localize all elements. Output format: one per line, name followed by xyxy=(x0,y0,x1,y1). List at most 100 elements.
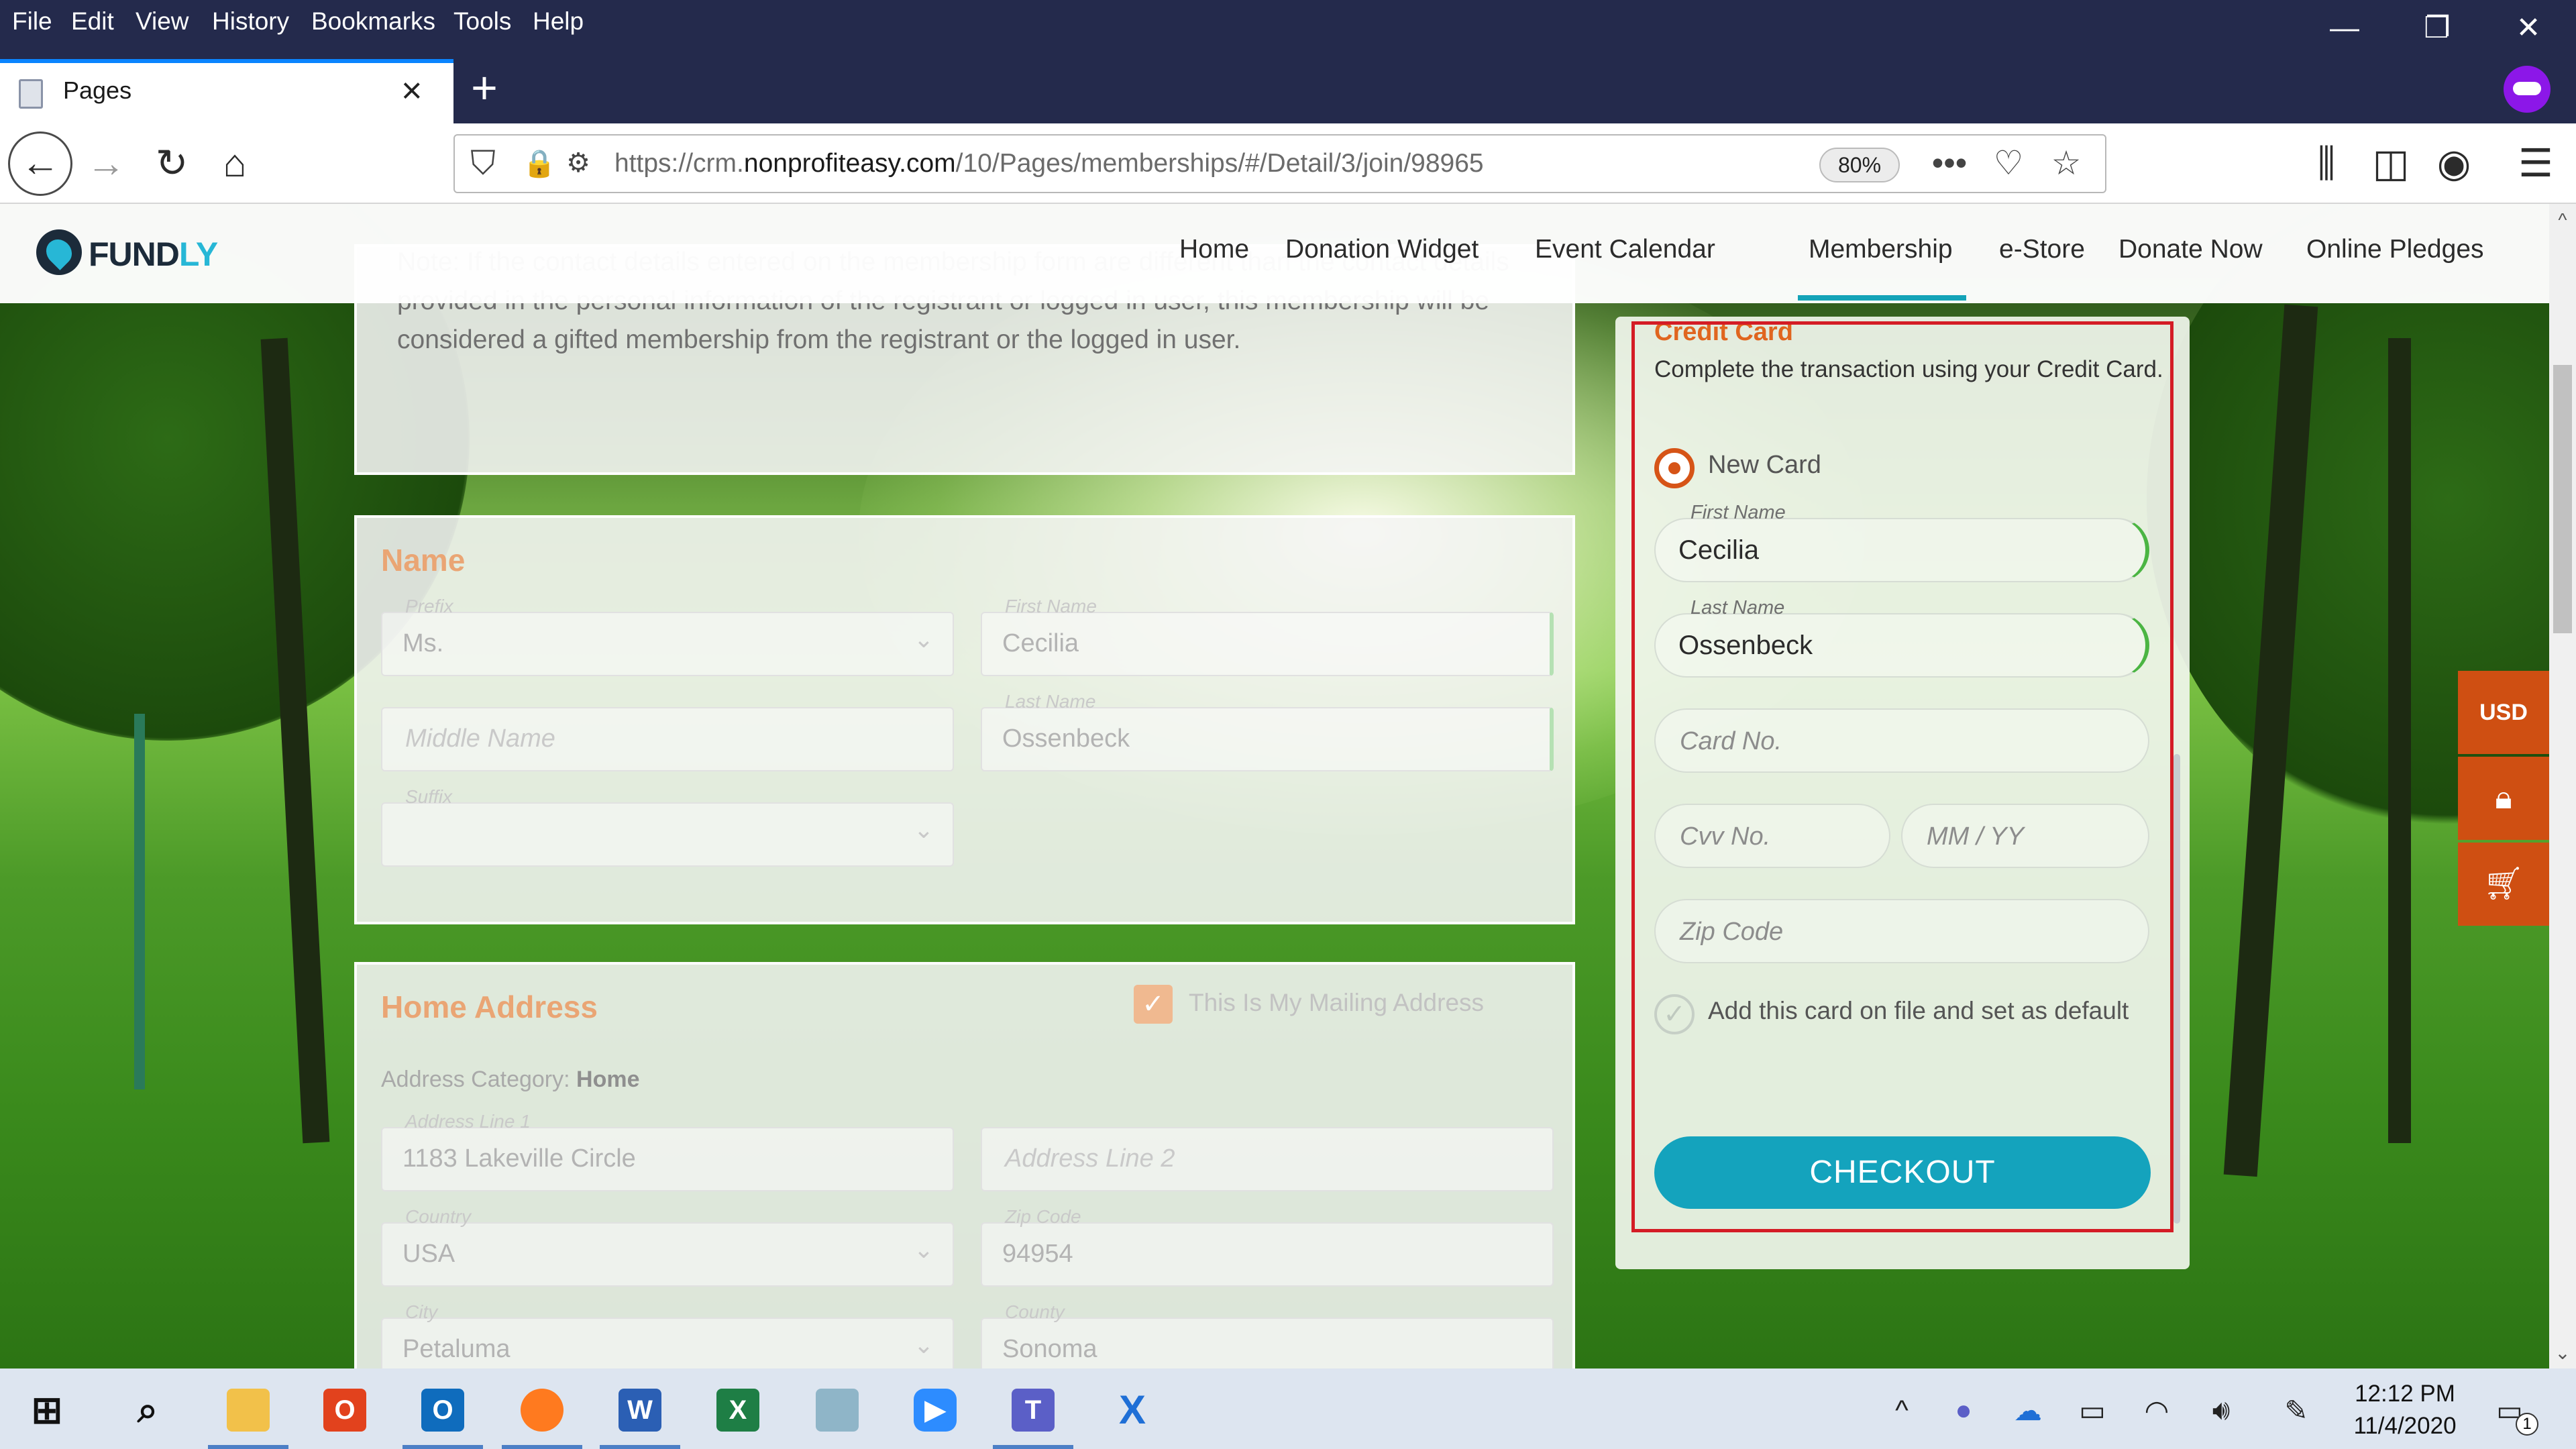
new-tab-button[interactable]: + xyxy=(463,62,506,114)
background-tree xyxy=(2388,338,2411,1143)
page-actions-icon[interactable]: ••• xyxy=(1929,144,1970,182)
pocket-icon[interactable]: ♡ xyxy=(1988,144,2029,182)
country-select[interactable]: Country USA ⌄ xyxy=(381,1206,954,1287)
lock-icon[interactable]: 🔒︎ xyxy=(2458,757,2549,840)
taskbar-firefox[interactable] xyxy=(495,1368,589,1449)
checkmark-icon[interactable]: ✓ xyxy=(1134,985,1173,1024)
county-field[interactable]: County Sonoma xyxy=(981,1301,1554,1368)
fundly-logo[interactable]: FUNDLY xyxy=(36,223,218,287)
county-label: County xyxy=(1005,1301,1065,1322)
notes-icon xyxy=(816,1389,859,1432)
page-scrollbar[interactable]: ^ ⌄ xyxy=(2549,204,2576,1368)
first-name-field[interactable]: First Name Cecilia xyxy=(981,596,1554,676)
show-hidden-icons[interactable]: ^ xyxy=(1878,1394,1925,1426)
library-icon[interactable]: ⫼ xyxy=(2300,137,2353,191)
hamburger-menu-icon[interactable]: ☰ xyxy=(2509,137,2563,191)
panel-scrollbar[interactable] xyxy=(2174,754,2180,1224)
tab-pages[interactable]: Pages × xyxy=(0,59,453,123)
x-app-icon: X xyxy=(1118,1387,1146,1432)
nav-e-store[interactable]: e-Store xyxy=(1999,235,2085,264)
zip-code-field[interactable]: Zip Code 94954 xyxy=(981,1206,1554,1287)
nav-home[interactable]: Home xyxy=(1179,235,1249,264)
taskbar-teams[interactable]: T xyxy=(986,1368,1080,1449)
sidebar-icon[interactable]: ◫ xyxy=(2364,137,2418,191)
currency-tab[interactable]: USD xyxy=(2458,671,2549,754)
bookmark-star-icon[interactable]: ☆ xyxy=(2046,144,2086,182)
teams-tray-icon[interactable]: ● xyxy=(1940,1394,1987,1426)
zoom-level-badge[interactable]: 80% xyxy=(1819,148,1900,182)
nav-event-calendar[interactable]: Event Calendar xyxy=(1535,235,1715,264)
nav-online-pledges[interactable]: Online Pledges xyxy=(2306,235,2484,264)
background-lamp-post xyxy=(134,714,145,1089)
pen-icon[interactable]: ✎ xyxy=(2273,1394,2320,1427)
taskbar-zoom[interactable]: ▶ xyxy=(888,1368,982,1449)
taskbar-excel[interactable]: X xyxy=(691,1368,785,1449)
menu-tools[interactable]: Tools xyxy=(453,5,511,38)
last-name-field[interactable]: Last Name Ossenbeck xyxy=(981,691,1554,771)
address-category: Address Category: Home xyxy=(381,1067,640,1092)
start-button[interactable]: ⊞ xyxy=(0,1368,94,1449)
permissions-icon[interactable]: ⚙ xyxy=(558,148,598,178)
nav-donate-now[interactable]: Donate Now xyxy=(2118,235,2263,264)
scroll-up-icon[interactable]: ^ xyxy=(2549,209,2576,231)
chevron-down-icon: ⌄ xyxy=(913,816,934,843)
suffix-select[interactable]: Suffix ⌄ xyxy=(381,786,954,867)
menu-view[interactable]: View xyxy=(136,5,189,38)
taskbar-file-explorer[interactable] xyxy=(201,1368,295,1449)
nav-membership[interactable]: Membership xyxy=(1798,235,1966,301)
fundly-logo-text: FUNDLY xyxy=(89,235,218,273)
scrollbar-thumb[interactable] xyxy=(2553,365,2572,633)
city-select[interactable]: City Petaluma ⌄ xyxy=(381,1301,954,1368)
mailing-address-checkbox[interactable]: ✓ This Is My Mailing Address xyxy=(1134,985,1484,1024)
shield-icon[interactable]: ⛉ xyxy=(463,144,503,183)
prefix-select[interactable]: Prefix Ms. ⌄ xyxy=(381,596,954,676)
menu-history[interactable]: History xyxy=(212,5,289,38)
restore-button[interactable]: ❐ xyxy=(2407,7,2467,50)
middle-name-field[interactable]: Middle Name xyxy=(381,707,954,771)
taskbar-clock[interactable]: 12:12 PM 11/4/2020 xyxy=(2328,1378,2482,1442)
address-line1-field[interactable]: Address Line 1 1183 Lakeville Circle xyxy=(381,1111,954,1191)
zip-code-value: 94954 xyxy=(1002,1240,1073,1268)
fundly-logo-icon xyxy=(36,229,82,275)
nav-donation-widget[interactable]: Donation Widget xyxy=(1285,235,1479,264)
search-icon: ⌕ xyxy=(137,1390,158,1430)
outlook-icon: O xyxy=(421,1389,464,1432)
home-address-title: Home Address xyxy=(381,989,598,1024)
menu-edit[interactable]: Edit xyxy=(71,5,114,38)
taskbar-office[interactable]: O xyxy=(298,1368,392,1449)
scroll-down-icon[interactable]: ⌄ xyxy=(2549,1342,2576,1364)
city-label: City xyxy=(405,1301,438,1322)
back-arrow-icon[interactable]: ← xyxy=(8,131,72,196)
address-line2-placeholder: Address Line 2 xyxy=(1005,1144,1175,1173)
last-name-label: Last Name xyxy=(1005,691,1096,712)
taskbar-notes[interactable] xyxy=(790,1368,884,1449)
private-browsing-icon[interactable] xyxy=(2504,66,2551,113)
taskbar-xero[interactable]: X xyxy=(1085,1368,1179,1449)
folder-icon xyxy=(227,1389,270,1432)
onedrive-icon[interactable]: ☁ xyxy=(2004,1394,2051,1427)
close-window-button[interactable]: ✕ xyxy=(2498,7,2559,50)
account-icon[interactable]: ◉ xyxy=(2427,137,2481,191)
cart-icon[interactable]: 🛒︎ xyxy=(2458,843,2549,926)
url-bar[interactable]: ⛉ 🔒 ⚙ https://crm.nonprofiteasy.com/10/P… xyxy=(453,134,2106,193)
url-text[interactable]: https://crm.nonprofiteasy.com/10/Pages/m… xyxy=(614,149,1484,178)
battery-icon[interactable]: ▭ xyxy=(2069,1394,2116,1427)
name-section-card: Name Prefix Ms. ⌄ First Name Cecilia Mid… xyxy=(354,515,1575,924)
home-icon[interactable]: ⌂ xyxy=(208,137,262,191)
county-value: Sonoma xyxy=(1002,1335,1097,1363)
menu-bookmarks[interactable]: Bookmarks xyxy=(311,5,435,38)
address-line2-field[interactable]: Address Line 2 xyxy=(981,1127,1554,1191)
network-icon[interactable]: ◠ xyxy=(2133,1394,2180,1427)
minimize-button[interactable]: — xyxy=(2314,7,2375,50)
close-tab-icon[interactable]: × xyxy=(401,70,423,111)
menu-file[interactable]: File xyxy=(12,5,52,38)
taskbar-outlook[interactable]: O xyxy=(396,1368,490,1449)
search-button[interactable]: ⌕ xyxy=(101,1368,195,1449)
volume-icon[interactable]: 🔊︎ xyxy=(2198,1394,2245,1427)
page-icon xyxy=(19,79,43,109)
lock-icon[interactable]: 🔒 xyxy=(519,148,559,179)
menu-help[interactable]: Help xyxy=(533,5,584,38)
taskbar-word[interactable]: W xyxy=(593,1368,687,1449)
reload-icon[interactable]: ↻ xyxy=(145,137,199,191)
forward-arrow-icon[interactable]: → xyxy=(79,137,133,191)
